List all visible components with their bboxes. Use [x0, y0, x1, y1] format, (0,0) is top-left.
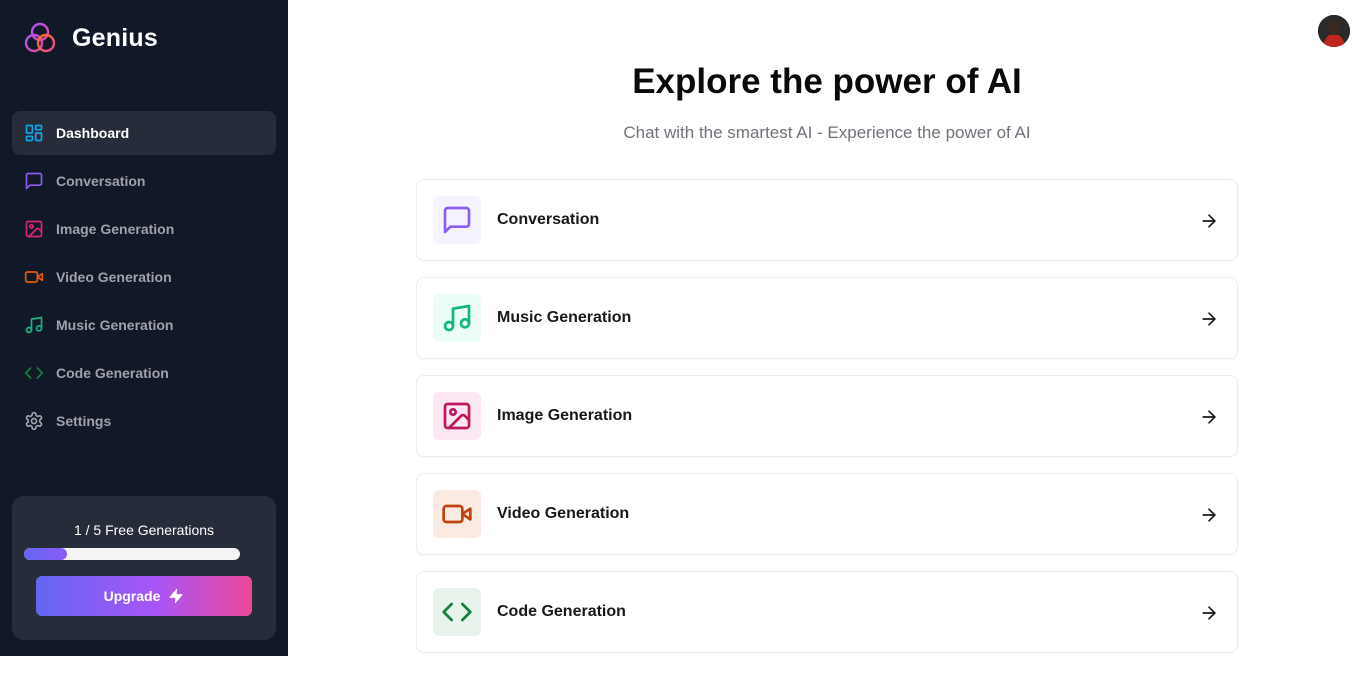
- tool-label: Video Generation: [497, 505, 630, 522]
- code-icon: [24, 367, 44, 379]
- user-avatar[interactable]: [1318, 15, 1350, 47]
- sidebar-item-video-generation[interactable]: Video Generation: [12, 255, 276, 299]
- arrow-right-icon: [1202, 410, 1216, 424]
- tool-label: Code Generation: [497, 603, 626, 620]
- tool-icon-box: [433, 588, 481, 636]
- tool-card-video-generation[interactable]: Video Generation: [416, 473, 1238, 555]
- code-icon: [442, 602, 472, 622]
- usage-progress-fill: [24, 548, 68, 560]
- tool-label: Conversation: [497, 211, 600, 228]
- settings-icon: [25, 411, 43, 431]
- tool-card-music-generation[interactable]: Music Generation: [416, 277, 1238, 359]
- sidebar-item-label: Image Generation: [56, 221, 175, 237]
- sidebar-item-dashboard[interactable]: Dashboard: [12, 111, 276, 155]
- video-icon: [442, 504, 472, 524]
- brand-name: Genius: [72, 23, 158, 52]
- tools-list: Conversation Music Generation Image Gene…: [416, 179, 1238, 669]
- page-title: Explore the power of AI: [632, 62, 1022, 101]
- brand[interactable]: Genius: [24, 22, 158, 54]
- sidebar-item-code-generation[interactable]: Code Generation: [12, 351, 276, 395]
- upgrade-button-label: Upgrade: [103, 588, 161, 604]
- arrow-right-icon: [1202, 312, 1216, 326]
- layout-dashboard-icon: [25, 124, 43, 142]
- upgrade-button[interactable]: Upgrade: [36, 576, 252, 616]
- usage-progress-bar: [24, 548, 240, 560]
- music-icon: [443, 304, 471, 332]
- user-photo: [1318, 15, 1350, 47]
- tool-icon-box: [433, 490, 481, 538]
- sidebar: Genius Dashboard Conversation Image Gene…: [0, 0, 288, 656]
- zap-icon: [169, 588, 183, 604]
- tool-card-image-generation[interactable]: Image Generation: [416, 375, 1238, 457]
- tool-icon-box: [433, 392, 481, 440]
- video-icon: [24, 271, 44, 283]
- image-icon: [443, 402, 471, 430]
- usage-counter: 1 / 5 Free Generations: [73, 522, 215, 538]
- tool-card-conversation[interactable]: Conversation: [416, 179, 1238, 261]
- tool-icon-box: [433, 196, 481, 244]
- sidebar-item-music-generation[interactable]: Music Generation: [12, 303, 276, 347]
- sidebar-item-label: Video Generation: [56, 269, 172, 285]
- sidebar-item-label: Conversation: [56, 173, 146, 189]
- arrow-right-icon: [1202, 508, 1216, 522]
- tool-label: Image Generation: [497, 407, 633, 424]
- tool-card-code-generation[interactable]: Code Generation: [416, 571, 1238, 653]
- message-square-icon: [443, 206, 471, 234]
- tool-icon-box: [433, 294, 481, 342]
- arrow-right-icon: [1202, 606, 1216, 620]
- logo-icon: [24, 22, 56, 53]
- arrow-right-icon: [1202, 214, 1216, 228]
- sidebar-nav: Dashboard Conversation Image Generation …: [12, 111, 276, 447]
- sidebar-item-label: Code Generation: [56, 365, 169, 381]
- sidebar-item-label: Settings: [56, 413, 112, 429]
- sidebar-item-conversation[interactable]: Conversation: [12, 159, 276, 203]
- sidebar-item-label: Dashboard: [56, 125, 130, 141]
- music-icon: [25, 316, 43, 334]
- page-subtitle: Chat with the smartest AI - Experience t…: [623, 123, 1031, 142]
- message-square-icon: [25, 172, 43, 190]
- sidebar-item-label: Music Generation: [56, 317, 174, 333]
- image-icon: [25, 220, 43, 238]
- sidebar-item-settings[interactable]: Settings: [12, 399, 276, 443]
- sidebar-item-image-generation[interactable]: Image Generation: [12, 207, 276, 251]
- free-usage-card: 1 / 5 Free Generations Upgrade: [12, 496, 276, 640]
- tool-label: Music Generation: [497, 309, 632, 326]
